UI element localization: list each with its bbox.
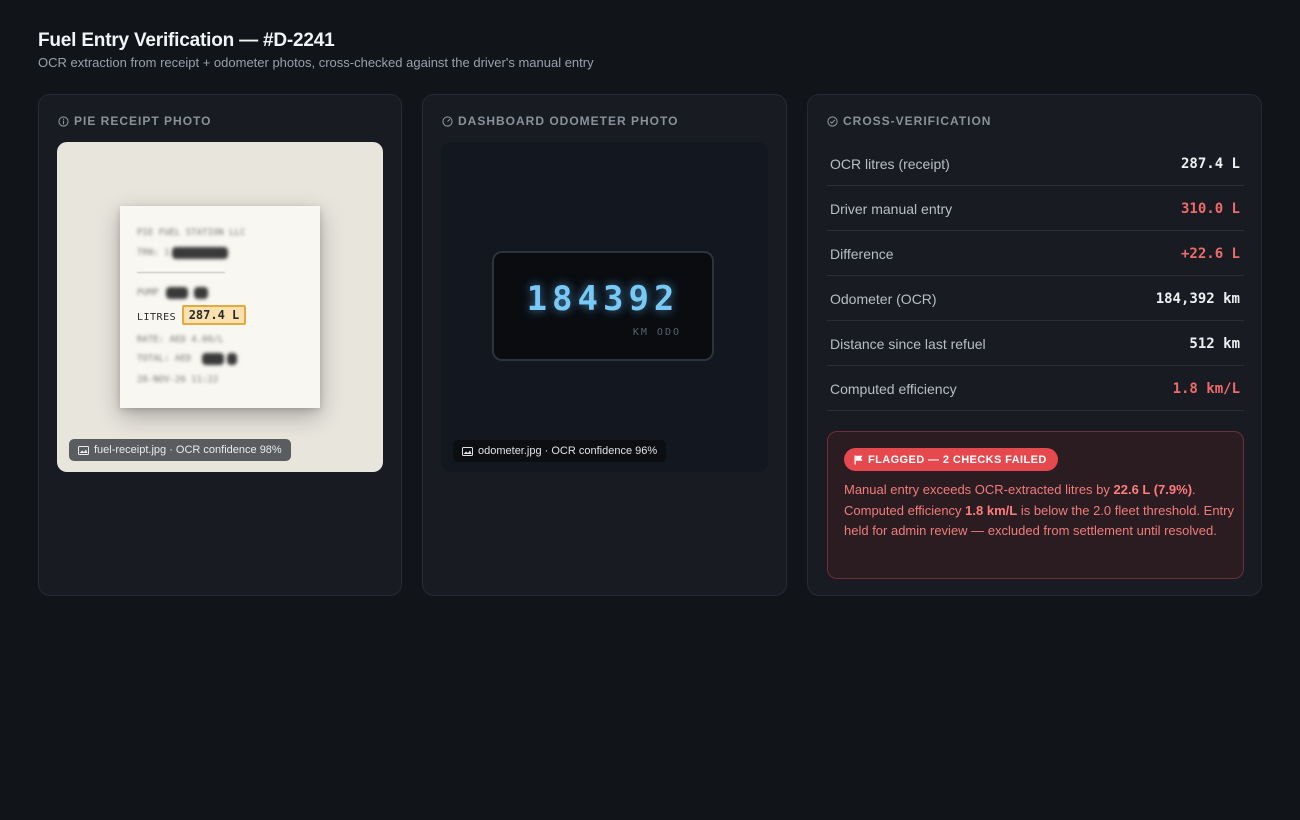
redaction-block — [172, 247, 228, 259]
page: Fuel Entry Verification — #D-2241 OCR ex… — [0, 0, 1300, 820]
odometer-unit: KM ODO — [632, 327, 681, 338]
row-label: Odometer (OCR) — [830, 290, 937, 307]
verification-card: CROSS-VERIFICATION OCR litres (receipt) … — [807, 94, 1262, 596]
odometer-card: DASHBOARD ODOMETER PHOTO 184392 KM ODO o… — [422, 94, 787, 596]
receipt-trn-line: TRN: 1 — [137, 248, 170, 258]
flag-alert: FLAGGED — 2 CHECKS FAILED Manual entry e… — [827, 431, 1244, 579]
receipt-card: PIE RECEIPT PHOTO PIE FUEL STATION LLC T… — [38, 94, 402, 596]
row-label: Distance since last refuel — [830, 335, 986, 352]
verification-row-manual-entry: Driver manual entry 310.0 L — [827, 187, 1244, 231]
gauge-icon — [442, 115, 453, 127]
receipt-total-line: TOTAL: AED — [137, 354, 192, 364]
redaction-block — [227, 353, 237, 365]
row-value: 512 km — [1189, 335, 1240, 352]
row-label: Driver manual entry — [830, 200, 953, 217]
odometer-photo[interactable]: 184392 KM ODO odometer.jpg · OCR confide… — [441, 142, 768, 472]
verification-row-distance: Distance since last refuel 512 km — [827, 322, 1244, 366]
verification-card-header: CROSS-VERIFICATION — [827, 114, 991, 128]
verification-row-difference: Difference +22.6 L — [827, 232, 1244, 276]
verification-list: OCR litres (receipt) 287.4 L Driver manu… — [827, 142, 1244, 412]
ocr-litres-highlight: 287.4 L — [182, 305, 246, 325]
row-label: Computed efficiency — [830, 380, 957, 397]
redaction-block — [166, 287, 188, 299]
flag-badge: FLAGGED — 2 CHECKS FAILED — [844, 448, 1058, 471]
row-value: 1.8 km/L — [1172, 380, 1240, 397]
receipt-divider — [137, 272, 225, 273]
odometer-reading: 184392 — [526, 279, 680, 319]
receipt-caption-text: fuel-receipt.jpg · OCR confidence 98% — [94, 444, 282, 456]
flag-text-emphasis: 1.8 km/L — [965, 502, 1018, 518]
odometer-caption-text: odometer.jpg · OCR confidence 96% — [478, 445, 658, 457]
receipt-card-header: PIE RECEIPT PHOTO — [58, 114, 211, 128]
odometer-display: 184392 KM ODO — [492, 251, 714, 361]
odometer-caption: odometer.jpg · OCR confidence 96% — [453, 440, 667, 462]
verification-row-odometer: Odometer (OCR) 184,392 km — [827, 277, 1244, 321]
page-subtitle: OCR extraction from receipt + odometer p… — [38, 55, 594, 70]
image-icon — [462, 446, 473, 456]
info-icon — [58, 115, 69, 127]
receipt-station-line: PIE FUEL STATION LLC — [137, 228, 246, 238]
check-circle-icon — [827, 115, 838, 127]
flag-text-emphasis: 22.6 L (7.9%) — [1113, 482, 1193, 497]
verification-row-ocr-litres: OCR litres (receipt) 287.4 L — [827, 142, 1244, 186]
flag-text-part: Manual entry exceeds OCR-extracted litre… — [844, 482, 1114, 497]
receipt-litres-label: LITRES — [137, 312, 177, 323]
row-value: 310.0 L — [1180, 200, 1240, 217]
verification-card-heading: CROSS-VERIFICATION — [843, 114, 992, 128]
odometer-card-heading: DASHBOARD ODOMETER PHOTO — [458, 114, 679, 128]
row-value: +22.6 L — [1180, 245, 1240, 262]
receipt-photo[interactable]: PIE FUEL STATION LLC TRN: 1 PUMP LITRES … — [57, 142, 383, 472]
receipt-paper: PIE FUEL STATION LLC TRN: 1 PUMP LITRES … — [120, 206, 320, 408]
receipt-caption: fuel-receipt.jpg · OCR confidence 98% — [69, 439, 291, 461]
row-label: OCR litres (receipt) — [830, 155, 950, 172]
page-title: Fuel Entry Verification — #D-2241 — [38, 30, 335, 51]
row-label: Difference — [830, 245, 894, 262]
receipt-rate-line: RATE: AED 4.00/L — [137, 335, 224, 345]
flag-message: Manual entry exceeds OCR-extracted litre… — [844, 480, 1234, 542]
row-value: 287.4 L — [1180, 155, 1240, 172]
odometer-card-header: DASHBOARD ODOMETER PHOTO — [442, 114, 678, 128]
flag-badge-label: FLAGGED — 2 CHECKS FAILED — [868, 453, 1047, 466]
receipt-date-line: 28-NOV-26 11:22 — [137, 375, 219, 385]
receipt-pump-line: PUMP — [137, 288, 159, 298]
flag-icon — [854, 455, 863, 464]
image-icon — [78, 445, 89, 455]
redaction-block — [202, 353, 224, 365]
receipt-card-heading: PIE RECEIPT PHOTO — [74, 114, 212, 128]
redaction-block — [194, 287, 208, 299]
verification-row-efficiency: Computed efficiency 1.8 km/L — [827, 367, 1244, 411]
row-value: 184,392 km — [1155, 290, 1240, 307]
